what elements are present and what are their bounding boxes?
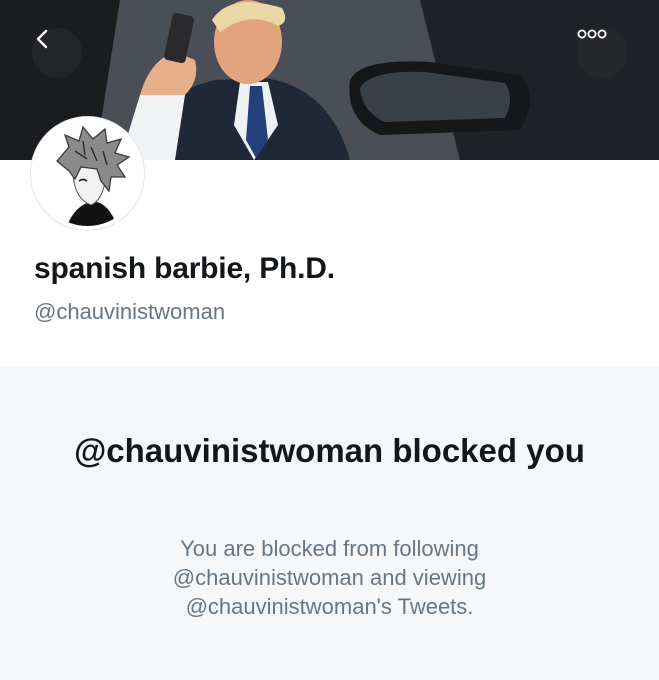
more-options-button[interactable] <box>577 28 627 78</box>
blocked-message: You are blocked from following @chauvini… <box>172 536 487 619</box>
avatar[interactable] <box>31 117 144 230</box>
more-options-icon <box>577 29 607 39</box>
blocked-title: @chauvinistwoman blocked you <box>74 432 585 469</box>
back-button[interactable] <box>32 28 82 78</box>
chevron-left-icon <box>36 29 48 49</box>
profile-handle: @chauvinistwoman <box>34 299 226 324</box>
profile-display-name: spanish barbie, Ph.D. <box>34 252 335 285</box>
avatar-image <box>35 121 140 226</box>
blocked-notice: @chauvinistwoman blocked you You are blo… <box>0 366 659 680</box>
